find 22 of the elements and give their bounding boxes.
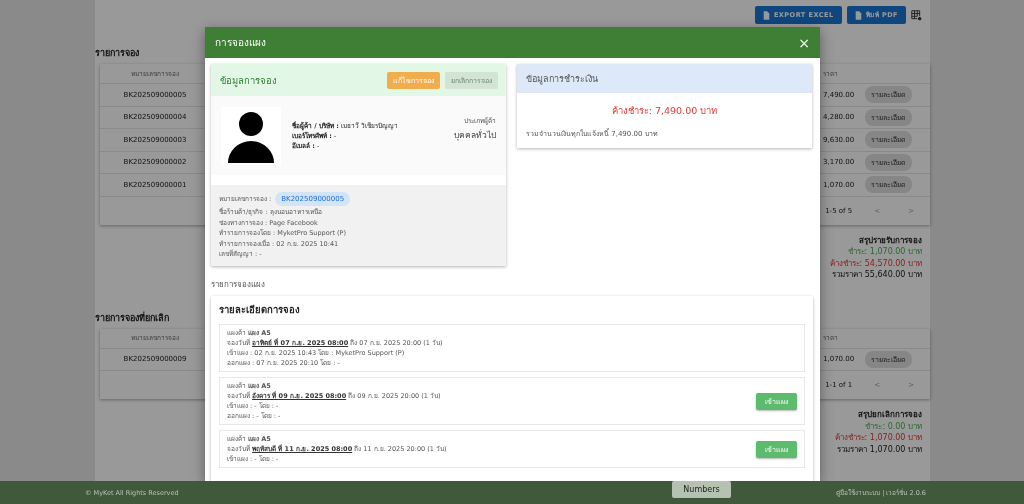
- paid-amount: ชำระ: 0.00 บาท: [864, 420, 922, 432]
- table-settings-icon[interactable]: [911, 9, 922, 21]
- summary-title: สรุปรายรับการจอง: [858, 234, 922, 246]
- outstanding-amount: ค้างชำระ: 1,070.00 บาท: [834, 432, 922, 444]
- card-title: รายละเอียดการจอง: [219, 303, 301, 317]
- dialog-title: การจองแผง: [215, 36, 266, 50]
- paid-amount: ชำระ: 1,070.00 บาท: [846, 246, 922, 258]
- document-icon: [854, 10, 862, 20]
- summary-title: สรุปยกเลิกการจอง: [857, 409, 922, 421]
- card-title: ข้อมูลการจอง: [220, 73, 278, 88]
- tooltip: Numbers: [672, 481, 731, 498]
- card-title: ข้อมูลการชำระเงิน: [526, 72, 598, 86]
- section-title: รายการจองที่ยกเลิก: [95, 310, 169, 325]
- customer-type: บุคคลทั่วไป: [454, 128, 496, 142]
- section-label: รายการจองแผง: [211, 279, 266, 291]
- close-button[interactable]: ×: [798, 34, 810, 51]
- section-title: รายการจอง: [95, 47, 139, 60]
- total-amount: รวมราคา 55,640.00 บาท: [831, 269, 922, 281]
- total-amount: รวมราคา 1,070.00 บาท: [836, 443, 922, 455]
- outstanding-amount: ค้างชำระ: 7,490.00 บาท: [610, 104, 719, 118]
- document-icon: [762, 10, 770, 20]
- outstanding-amount: ค้างชำระ: 54,570.00 บาท: [829, 257, 922, 269]
